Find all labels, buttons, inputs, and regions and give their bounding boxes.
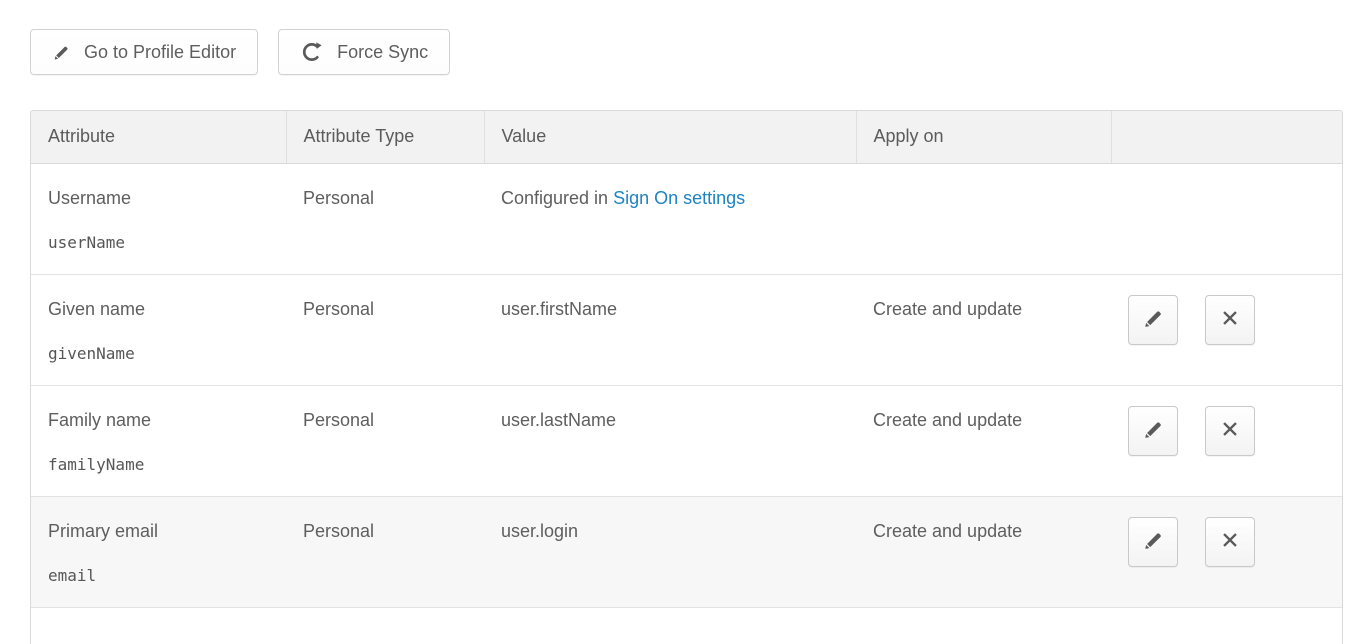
attribute-variable-name: familyName (48, 455, 269, 474)
pencil-icon (1142, 529, 1165, 555)
delete-attribute-button[interactable] (1205, 517, 1255, 567)
value-cell: user.firstName (484, 274, 856, 385)
column-header-attribute: Attribute (31, 111, 286, 163)
attribute-type-cell: Personal (286, 274, 484, 385)
value-cell: user.login (484, 496, 856, 607)
edit-attribute-button[interactable] (1128, 295, 1178, 345)
close-icon (1219, 529, 1241, 554)
value-prefix-text: Configured in (501, 188, 608, 208)
table-row-family-name: Family name familyName Personal user.las… (31, 385, 1342, 496)
delete-attribute-button[interactable] (1205, 295, 1255, 345)
column-header-value: Value (484, 111, 856, 163)
attribute-mappings-table: Attribute Attribute Type Value Apply on … (30, 110, 1343, 644)
actions-cell (1111, 385, 1342, 496)
apply-on-cell: Create and update (856, 274, 1111, 385)
column-header-actions (1111, 111, 1342, 163)
attribute-type-cell: Personal (286, 163, 484, 274)
apply-on-cell (856, 163, 1111, 274)
value-cell: user.lastName (484, 385, 856, 496)
delete-attribute-button[interactable] (1205, 406, 1255, 456)
actions-cell (1111, 163, 1342, 274)
close-icon (1219, 307, 1241, 332)
go-to-profile-editor-label: Go to Profile Editor (84, 42, 236, 63)
refresh-icon (300, 40, 324, 64)
table-header-row: Attribute Attribute Type Value Apply on (31, 111, 1342, 163)
table-row-username: Username userName Personal Configured in… (31, 163, 1342, 274)
actions-cell (1111, 274, 1342, 385)
pencil-icon (52, 43, 71, 62)
table-row-primary-email: Primary email email Personal user.login … (31, 496, 1342, 607)
go-to-profile-editor-button[interactable]: Go to Profile Editor (30, 29, 258, 75)
apply-on-cell: Create and update (856, 385, 1111, 496)
attribute-variable-name: email (48, 566, 269, 585)
toolbar: Go to Profile Editor Force Sync (30, 29, 1370, 75)
value-cell: Configured inSign On settings (484, 163, 856, 274)
apply-on-cell: Create and update (856, 496, 1111, 607)
attribute-type-cell: Personal (286, 385, 484, 496)
table-row-partial (31, 607, 1342, 644)
pencil-icon (1142, 307, 1165, 333)
close-icon (1219, 418, 1241, 443)
actions-cell (1111, 496, 1342, 607)
force-sync-label: Force Sync (337, 42, 428, 63)
edit-attribute-button[interactable] (1128, 406, 1178, 456)
attribute-label: Username (48, 188, 269, 209)
attribute-variable-name: userName (48, 233, 269, 252)
attribute-variable-name: givenName (48, 344, 269, 363)
column-header-apply-on: Apply on (856, 111, 1111, 163)
attribute-label: Primary email (48, 521, 269, 542)
column-header-attribute-type: Attribute Type (286, 111, 484, 163)
attribute-label: Given name (48, 299, 269, 320)
edit-attribute-button[interactable] (1128, 517, 1178, 567)
pencil-icon (1142, 418, 1165, 444)
attribute-type-cell: Personal (286, 496, 484, 607)
sign-on-settings-link[interactable]: Sign On settings (613, 188, 745, 208)
table-row-given-name: Given name givenName Personal user.first… (31, 274, 1342, 385)
attribute-mappings-page: Go to Profile Editor Force Sync Attribut… (0, 0, 1370, 644)
force-sync-button[interactable]: Force Sync (278, 29, 450, 75)
attribute-label: Family name (48, 410, 269, 431)
